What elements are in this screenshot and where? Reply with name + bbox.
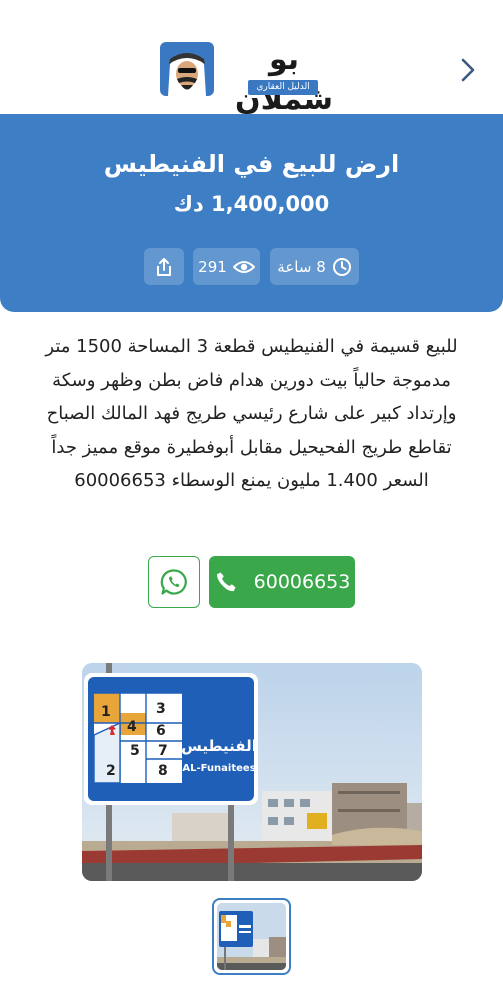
eye-icon: [232, 260, 255, 273]
phone-number: 60006653: [253, 571, 351, 593]
listing-price: 1,400,000 دك: [173, 192, 330, 216]
views-count: 291: [198, 257, 227, 276]
svg-text:AL-Funaitees: AL-Funaitees: [182, 763, 255, 774]
top-bar: بو شملان الدليل العقاري: [0, 0, 503, 117]
logo-mascot-icon: [160, 42, 214, 96]
logo-subtitle: الدليل العقاري: [248, 80, 318, 95]
listing-description: للبيع قسيمة في الفنيطيس قطعة 3 المساحة 1…: [45, 336, 458, 492]
share-button[interactable]: [144, 248, 184, 285]
svg-text:3: 3: [156, 701, 166, 717]
phone-icon: [216, 572, 236, 592]
whatsapp-button[interactable]: [148, 556, 200, 608]
svg-text:الفنيطيس: الفنيطيس: [181, 737, 257, 755]
photo-thumbnail[interactable]: [212, 898, 291, 975]
svg-text:7: 7: [158, 743, 168, 759]
listing-title: ارض للبيع في الفنيطيس: [103, 150, 400, 178]
svg-text:2: 2: [106, 763, 116, 779]
views-badge: 291: [193, 248, 260, 285]
share-icon: [157, 257, 171, 276]
clock-icon: [332, 257, 351, 276]
svg-text:8: 8: [158, 763, 168, 779]
whatsapp-icon: [160, 569, 187, 595]
street-sign-photo: 1 3 4 6 5 7 2 8 الفنيطيس AL-Funaitees: [82, 663, 422, 881]
listing-photo[interactable]: 1 3 4 6 5 7 2 8 الفنيطيس AL-Funaitees: [82, 663, 422, 881]
logo: بو شملان الدليل العقاري: [160, 40, 350, 117]
svg-text:4: 4: [127, 719, 137, 735]
svg-text:5: 5: [130, 743, 140, 759]
chevron-right-icon: [461, 58, 475, 82]
call-button[interactable]: 60006653: [209, 556, 355, 608]
svg-text:1: 1: [101, 704, 111, 720]
listing-page: بو شملان الدليل العقاري ارض للبيع في الف…: [0, 0, 503, 1000]
thumbnail-image: [217, 903, 286, 970]
posted-time-text: 8 ساعة: [277, 257, 326, 276]
listing-header-card: ارض للبيع في الفنيطيس 1,400,000 دك 8 ساع…: [0, 114, 503, 312]
back-button[interactable]: [452, 52, 484, 88]
svg-text:6: 6: [156, 723, 166, 739]
posted-time-badge: 8 ساعة: [270, 248, 359, 285]
